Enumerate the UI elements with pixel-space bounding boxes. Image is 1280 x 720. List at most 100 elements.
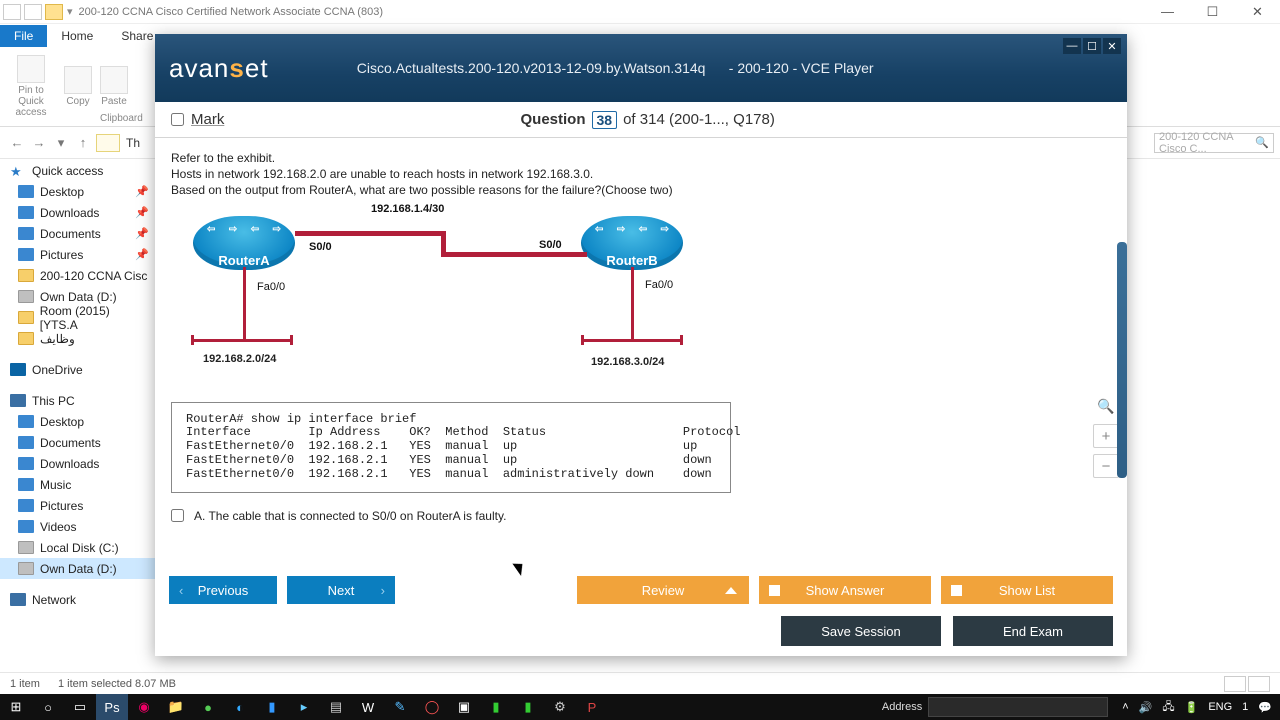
taskbar-app[interactable]: ▮ — [512, 694, 544, 720]
explorer-statusbar: 1 item 1 item selected 8.07 MB — [0, 672, 1280, 694]
router-b-label: RouterB — [581, 253, 683, 268]
explorer-icon — [3, 4, 21, 20]
qat-save-icon[interactable] — [24, 4, 42, 20]
answer-a-text: A. The cable that is connected to S0/0 o… — [194, 509, 506, 523]
serial-label-a: S0/0 — [309, 241, 332, 253]
taskbar-app[interactable]: ● — [192, 694, 224, 720]
router-a-icon: ⇦⇨⇦⇨ RouterA — [193, 216, 295, 270]
tree-quick-access[interactable]: Quick access — [0, 160, 155, 181]
save-session-button[interactable]: Save Session — [781, 616, 941, 646]
answer-a-checkbox[interactable] — [171, 509, 184, 522]
tree-item[interactable]: Pictures — [0, 495, 155, 516]
tray-clock[interactable]: 1 — [1242, 701, 1248, 713]
qat-open-icon[interactable] — [45, 4, 63, 20]
tree-item[interactable]: Documents📌 — [0, 223, 155, 244]
tray-icon[interactable]: 🔋 — [1185, 701, 1199, 714]
taskbar-app[interactable]: ◐ — [224, 694, 256, 720]
question-label: Question — [520, 111, 585, 128]
path-segment-icon[interactable] — [96, 134, 120, 152]
status-count: 1 item — [10, 678, 40, 690]
cli-output: RouterA# show ip interface brief Interfa… — [171, 402, 731, 493]
zoom-in-button[interactable]: + — [1093, 424, 1119, 448]
start-button[interactable]: ⊞ — [0, 694, 32, 720]
taskbar-app[interactable]: ▸ — [288, 694, 320, 720]
end-exam-button[interactable]: End Exam — [953, 616, 1113, 646]
mark-checkbox-input[interactable] — [171, 113, 184, 126]
minimize-icon[interactable]: — — [1145, 1, 1190, 23]
next-button[interactable]: Next› — [287, 576, 395, 604]
search-icon[interactable]: 🔍 — [1093, 394, 1119, 418]
taskbar-app[interactable]: ▮ — [480, 694, 512, 720]
taskbar-app[interactable]: ✎ — [384, 694, 416, 720]
tray-icon[interactable]: 🖧 — [1162, 698, 1174, 717]
maximize-icon[interactable]: ☐ — [1190, 1, 1235, 23]
tree-item[interactable]: Room (2015) [YTS.A — [0, 307, 155, 328]
up-button[interactable]: ↑ — [72, 135, 94, 150]
tree-item[interactable]: Music — [0, 474, 155, 495]
taskbar-app[interactable]: 📁 — [160, 694, 192, 720]
question-bar: Mark Question 38 of 314 (200-1..., Q178) — [155, 102, 1127, 138]
zoom-tools: 🔍 + − — [1093, 394, 1119, 478]
tree-thispc[interactable]: This PC — [0, 390, 155, 411]
back-button[interactable]: ← — [6, 135, 28, 150]
vce-document-title: Cisco.Actualtests.200-120.v2013-12-09.by… — [357, 60, 874, 76]
taskbar-app[interactable]: ◯ — [416, 694, 448, 720]
tree-item[interactable]: Documents — [0, 432, 155, 453]
explorer-titlebar: ▾ 200-120 CCNA Cisco Certified Network A… — [0, 0, 1280, 24]
taskbar-app[interactable]: Ps — [96, 694, 128, 720]
tree-onedrive[interactable]: OneDrive — [0, 359, 155, 380]
tray-up-icon[interactable]: ˄ — [1122, 701, 1128, 713]
tree-item[interactable]: Desktop — [0, 411, 155, 432]
answer-option-a[interactable]: A. The cable that is connected to S0/0 o… — [171, 509, 1111, 523]
tree-item[interactable]: Videos — [0, 516, 155, 537]
address-label: Address — [882, 701, 922, 713]
explorer-search-input[interactable]: 200-120 CCNA Cisco C...🔍 — [1154, 133, 1274, 153]
qat-overflow-icon[interactable]: ▾ — [67, 5, 73, 18]
view-details-icon[interactable] — [1224, 676, 1246, 692]
forward-button[interactable]: → — [28, 135, 50, 150]
taskbar-app[interactable]: ▤ — [320, 694, 352, 720]
question-text: Refer to the exhibit. Hosts in network 1… — [171, 150, 1111, 199]
tree-item-selected[interactable]: Own Data (D:) — [0, 558, 155, 579]
tree-item[interactable]: Downloads📌 — [0, 202, 155, 223]
view-large-icon[interactable] — [1248, 676, 1270, 692]
close-icon[interactable]: ✕ — [1235, 1, 1280, 23]
tree-item[interactable]: Pictures📌 — [0, 244, 155, 265]
previous-button[interactable]: ‹Previous — [169, 576, 277, 604]
taskbar-app[interactable]: ▮ — [256, 694, 288, 720]
breadcrumb[interactable]: Th — [126, 136, 140, 150]
cortana-icon[interactable]: ○ — [32, 694, 64, 720]
address-input[interactable] — [928, 697, 1108, 717]
tree-network[interactable]: Network — [0, 589, 155, 610]
zoom-out-button[interactable]: − — [1093, 454, 1119, 478]
tab-home[interactable]: Home — [47, 25, 107, 47]
vertical-scrollbar[interactable] — [1117, 242, 1127, 478]
show-list-button[interactable]: Show List — [941, 576, 1113, 604]
mark-checkbox[interactable]: Mark — [171, 111, 224, 128]
taskbar-app[interactable]: ▣ — [448, 694, 480, 720]
taskview-icon[interactable]: ▭ — [64, 694, 96, 720]
review-button[interactable]: Review — [577, 576, 749, 604]
notification-icon[interactable]: 💬 — [1258, 701, 1272, 714]
taskbar-app[interactable]: W — [352, 694, 384, 720]
tray-lang[interactable]: ENG — [1208, 701, 1232, 713]
tray-icon[interactable]: 🔊 — [1139, 701, 1153, 714]
paste-button[interactable]: Paste — [100, 66, 128, 107]
tree-item[interactable]: Desktop📌 — [0, 181, 155, 202]
vce-maximize-icon[interactable]: ☐ — [1083, 38, 1101, 54]
tree-item[interactable]: Local Disk (C:) — [0, 537, 155, 558]
show-answer-button[interactable]: Show Answer — [759, 576, 931, 604]
vce-close-icon[interactable]: ✕ — [1103, 38, 1121, 54]
ribbon-group-label: Clipboard — [100, 113, 143, 124]
tree-item[interactable]: 200-120 CCNA Cisc — [0, 265, 155, 286]
pin-button[interactable]: Pin to Quick access — [6, 55, 56, 118]
taskbar-app[interactable]: ◉ — [128, 694, 160, 720]
vce-minimize-icon[interactable]: — — [1063, 38, 1081, 54]
copy-button[interactable]: Copy — [64, 66, 92, 107]
tab-file[interactable]: File — [0, 25, 47, 47]
taskbar-app[interactable]: ⚙ — [544, 694, 576, 720]
lan-bus-b — [581, 339, 683, 342]
history-button[interactable]: ▾ — [50, 135, 72, 151]
taskbar-app[interactable]: P — [576, 694, 608, 720]
tree-item[interactable]: Downloads — [0, 453, 155, 474]
